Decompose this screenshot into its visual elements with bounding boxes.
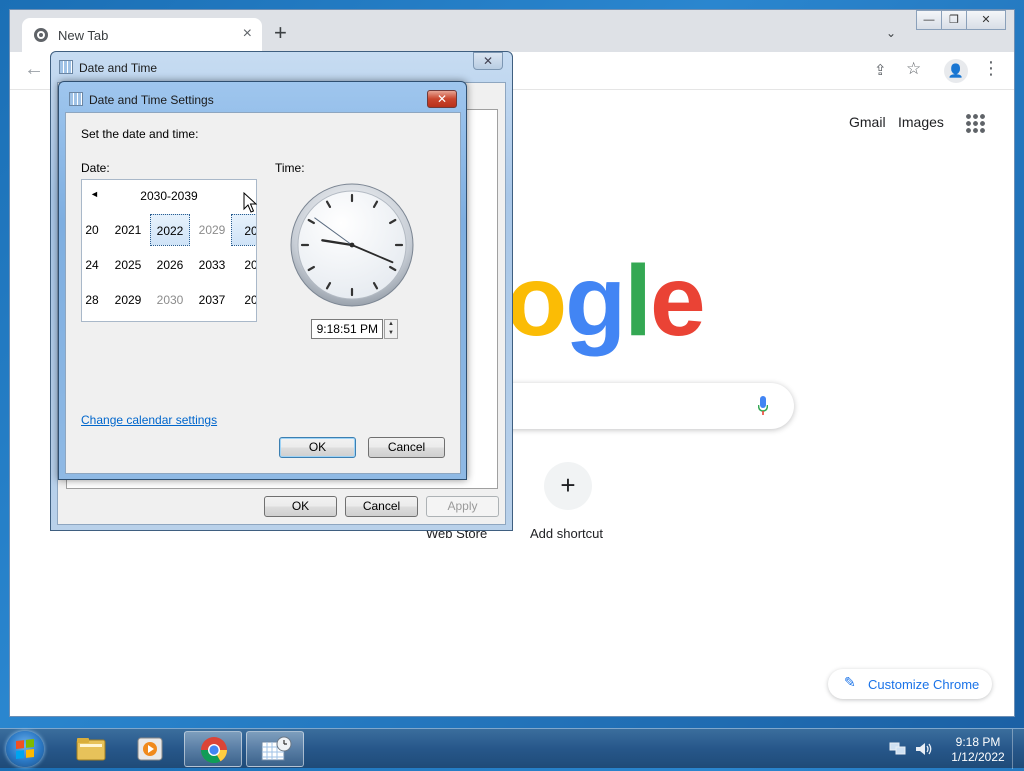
- customize-chrome-label: Customize Chrome: [868, 677, 980, 692]
- google-apps-icon[interactable]: [965, 113, 985, 133]
- profile-avatar-icon[interactable]: 👤: [944, 59, 968, 83]
- tray-time: 9:18 PM: [955, 735, 1001, 749]
- window-minimize-button[interactable]: —: [916, 10, 942, 30]
- tray-clock[interactable]: 9:18 PM 1/12/2022: [948, 735, 1008, 765]
- chrome-menu-icon[interactable]: ⋮: [982, 58, 1000, 79]
- volume-icon[interactable]: [914, 740, 934, 758]
- calendar-year-cell[interactable]: 2022: [150, 214, 190, 246]
- tray-date: 1/12/2022: [951, 750, 1005, 764]
- calendar-control: ◄ 2030-2039 20 2021 2022 2029 20 24 2025 2026 20…: [81, 179, 257, 322]
- calendar-decade-header[interactable]: 2030-2039: [82, 189, 256, 203]
- date-time-settings-dialog: Date and Time Settings ✕ Set the date an…: [58, 81, 467, 480]
- show-desktop-button[interactable]: [1012, 729, 1024, 769]
- logo-letter: l: [624, 245, 652, 357]
- calendar-year-cell[interactable]: 2030: [150, 284, 190, 316]
- mouse-cursor-icon: [243, 192, 257, 213]
- media-player-icon: [137, 737, 163, 761]
- window-restore-button[interactable]: ❐: [941, 10, 967, 30]
- calendar-year-cell[interactable]: 2029: [108, 284, 148, 316]
- dialog-close-button[interactable]: ✕: [473, 52, 503, 70]
- dialog-body: Set the date and time: Date: Time: ◄ 203…: [65, 112, 461, 474]
- pencil-icon: ✎: [844, 674, 856, 690]
- network-icon[interactable]: [888, 740, 908, 758]
- analog-clock: [290, 183, 414, 307]
- calendar-year-cell[interactable]: 20: [231, 214, 256, 246]
- time-input[interactable]: 9:18:51 PM: [311, 319, 383, 339]
- apply-button[interactable]: Apply: [426, 496, 499, 517]
- spin-up-icon[interactable]: ▲: [385, 320, 397, 329]
- calendar-year-cell[interactable]: 2029: [192, 214, 232, 246]
- tab-new-tab[interactable]: New Tab ×: [22, 18, 262, 52]
- dialog-close-button[interactable]: ✕: [427, 90, 457, 108]
- time-label: Time:: [275, 161, 305, 175]
- calendar-year-cell[interactable]: 2026: [150, 249, 190, 281]
- tab-close-icon[interactable]: ×: [243, 25, 252, 43]
- taskbar: 9:18 PM 1/12/2022: [0, 728, 1024, 769]
- date-time-icon: [59, 60, 73, 74]
- tab-title: New Tab: [58, 28, 109, 43]
- change-calendar-settings-link[interactable]: Change calendar settings: [81, 413, 217, 427]
- chrome-icon: [200, 737, 228, 764]
- dialog-title: Date and Time Settings: [89, 93, 214, 107]
- taskbar-chrome[interactable]: [184, 731, 242, 767]
- ok-button[interactable]: OK: [264, 496, 337, 517]
- explorer-icon: [76, 738, 106, 761]
- google-logo: ogle: [506, 245, 706, 357]
- dialog-title: Date and Time: [79, 61, 158, 75]
- taskbar-explorer[interactable]: [62, 731, 120, 767]
- share-icon[interactable]: ⇪: [874, 61, 887, 79]
- time-spinner[interactable]: ▲ ▼: [384, 319, 398, 339]
- calendar-year-cell[interactable]: 20: [231, 284, 256, 316]
- cancel-button[interactable]: Cancel: [368, 437, 445, 458]
- back-arrow-icon[interactable]: ←: [24, 58, 44, 81]
- tab-search-icon[interactable]: ⌄: [886, 26, 896, 40]
- date-label: Date:: [81, 161, 110, 175]
- customize-chrome-button[interactable]: ✎ Customize Chrome: [828, 669, 992, 699]
- taskbar-date-time[interactable]: [246, 731, 304, 767]
- images-link[interactable]: Images: [898, 114, 944, 130]
- gmail-link[interactable]: Gmail: [849, 114, 886, 130]
- ok-button[interactable]: OK: [279, 437, 356, 458]
- calendar-year-cell[interactable]: 2037: [192, 284, 232, 316]
- cancel-button[interactable]: Cancel: [345, 496, 418, 517]
- windows-logo-icon: [16, 739, 34, 759]
- calendar-year-cell[interactable]: 2025: [108, 249, 148, 281]
- logo-letter: g: [565, 245, 626, 357]
- tab-strip: New Tab × + ⌄ — ❐ ✕: [10, 10, 1014, 52]
- add-shortcut-label[interactable]: Add shortcut: [530, 526, 603, 541]
- calendar-year-cell[interactable]: 2033: [192, 249, 232, 281]
- logo-letter: o: [506, 245, 567, 357]
- voice-search-mic-icon[interactable]: [758, 396, 768, 416]
- start-button[interactable]: [6, 731, 44, 767]
- calendar-year-cell[interactable]: 20: [231, 249, 256, 281]
- window-close-button[interactable]: ✕: [966, 10, 1006, 30]
- instruction-text: Set the date and time:: [81, 127, 199, 141]
- add-shortcut-button[interactable]: +: [544, 462, 592, 510]
- new-tab-button[interactable]: +: [274, 22, 287, 44]
- taskbar-media-player[interactable]: [122, 731, 180, 767]
- spin-down-icon[interactable]: ▼: [385, 329, 397, 338]
- calendar-year-cell[interactable]: 2021: [108, 214, 148, 246]
- chrome-favicon-icon: [34, 28, 48, 42]
- logo-letter: e: [649, 245, 706, 357]
- bookmark-star-icon[interactable]: ☆: [906, 59, 921, 79]
- date-time-icon: [69, 92, 83, 106]
- date-time-icon: [261, 736, 292, 761]
